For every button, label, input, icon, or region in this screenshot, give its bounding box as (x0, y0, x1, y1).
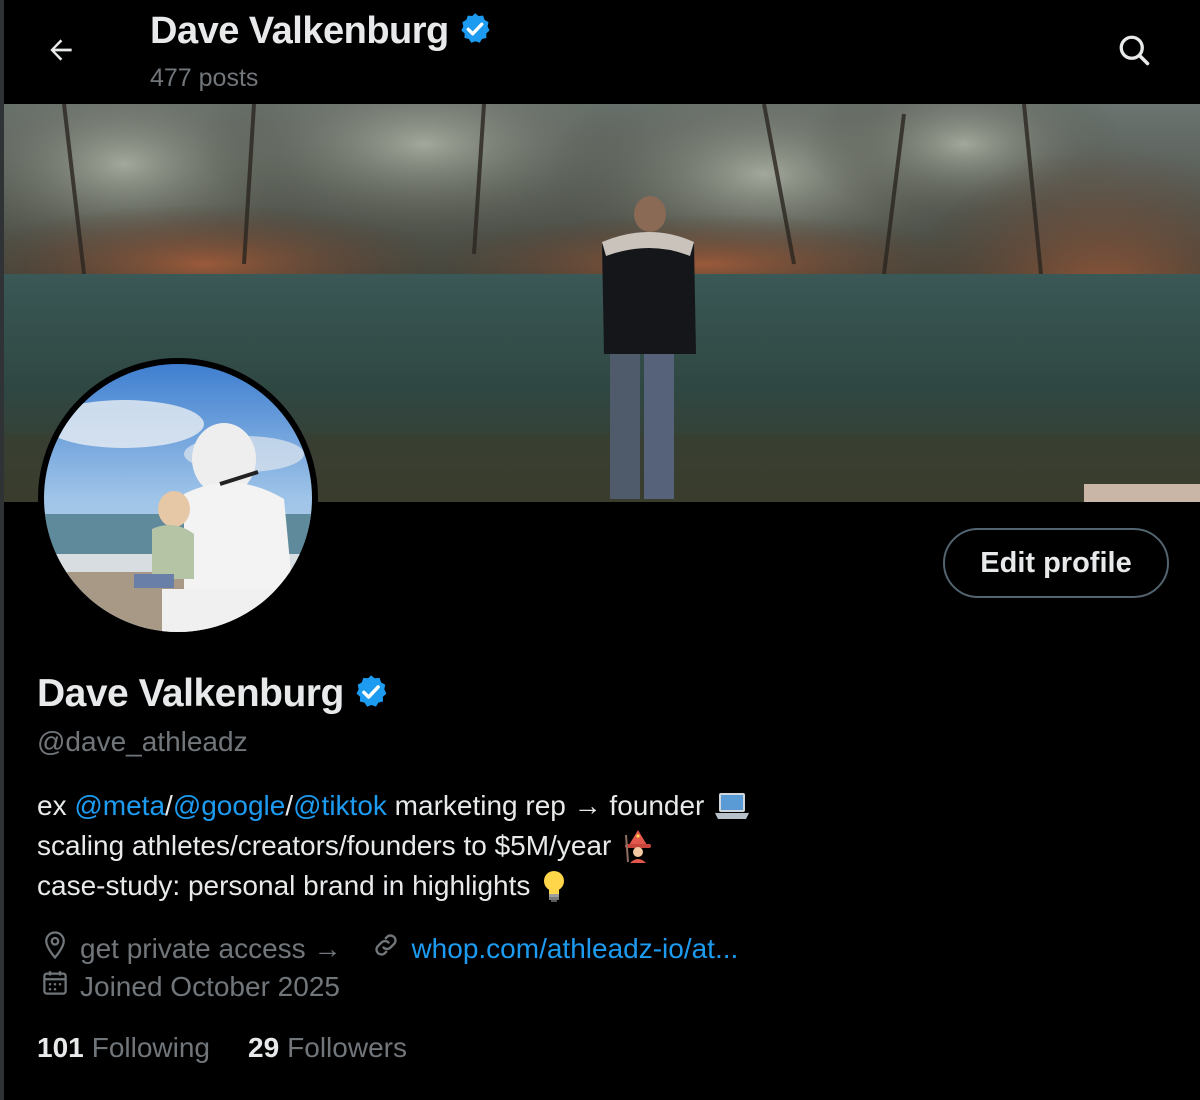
bio-text: case-study: personal brand in highlights (37, 870, 531, 901)
follow-stats: 101 Following 29 Followers (37, 1032, 407, 1064)
profile-header: Dave Valkenburg 477 posts (4, 0, 1200, 104)
header-title: Dave Valkenburg (150, 10, 493, 53)
profile-joined-row: Joined October 2025 (40, 968, 340, 1005)
link-icon (371, 930, 401, 967)
calendar-icon (40, 968, 70, 1005)
location-item: get private access → (40, 930, 341, 967)
joined-item: Joined October 2025 (40, 968, 340, 1005)
verified-badge-icon (457, 11, 493, 52)
bio-line-2: scaling athletes/creators/founders to $5… (37, 826, 1137, 866)
location-pin-icon (40, 930, 70, 967)
bio-text: marketing rep → founder (386, 790, 705, 821)
location-text: get private access → (80, 932, 342, 964)
header-name: Dave Valkenburg (150, 10, 449, 52)
following-label: Following (91, 1032, 210, 1063)
website-link[interactable]: whop.com/athleadz-io/at... (411, 933, 738, 965)
profile-avatar[interactable] (38, 358, 318, 638)
followers-label: Followers (287, 1032, 407, 1063)
website-item: whop.com/athleadz-io/at... (371, 930, 738, 967)
lightbulb-icon (540, 869, 568, 903)
laptop-icon (714, 791, 750, 821)
edit-profile-button[interactable]: Edit profile (943, 528, 1169, 598)
arrow-left-icon (45, 34, 77, 71)
verified-badge-icon (352, 673, 390, 716)
profile-handle: @dave_athleadz (37, 726, 248, 757)
following-count: 101 (37, 1032, 84, 1063)
profile-bio: ex @meta / @google / @tiktok marketing r… (37, 786, 1137, 906)
wizard-icon (621, 829, 655, 863)
profile-name: Dave Valkenburg (37, 672, 344, 715)
followers-link[interactable]: 29 Followers (248, 1032, 407, 1064)
bio-separator: / (165, 790, 173, 821)
bio-line-3: case-study: personal brand in highlights (37, 866, 1137, 906)
following-link[interactable]: 101 Following (37, 1032, 210, 1064)
avatar-image (44, 364, 312, 632)
mention-link-meta[interactable]: @meta (74, 786, 165, 826)
post-count: 477 posts (150, 64, 259, 92)
profile-meta-row: get private access → whop.com/athleadz-i… (40, 930, 738, 967)
joined-text: Joined October 2025 (80, 970, 340, 1002)
search-icon (1116, 32, 1152, 73)
bio-text: ex (37, 790, 75, 821)
search-button[interactable] (1108, 26, 1160, 78)
mention-link-google[interactable]: @google (173, 786, 286, 826)
bio-text: scaling athletes/creators/founders to $5… (37, 830, 612, 861)
profile-name-row: Dave Valkenburg (37, 672, 390, 716)
bio-separator: / (285, 790, 294, 821)
mention-link-tiktok[interactable]: @tiktok (293, 786, 387, 826)
back-button[interactable] (34, 30, 88, 74)
followers-count: 29 (248, 1032, 280, 1063)
bio-line-1: ex @meta / @google / @tiktok marketing r… (37, 786, 1137, 826)
